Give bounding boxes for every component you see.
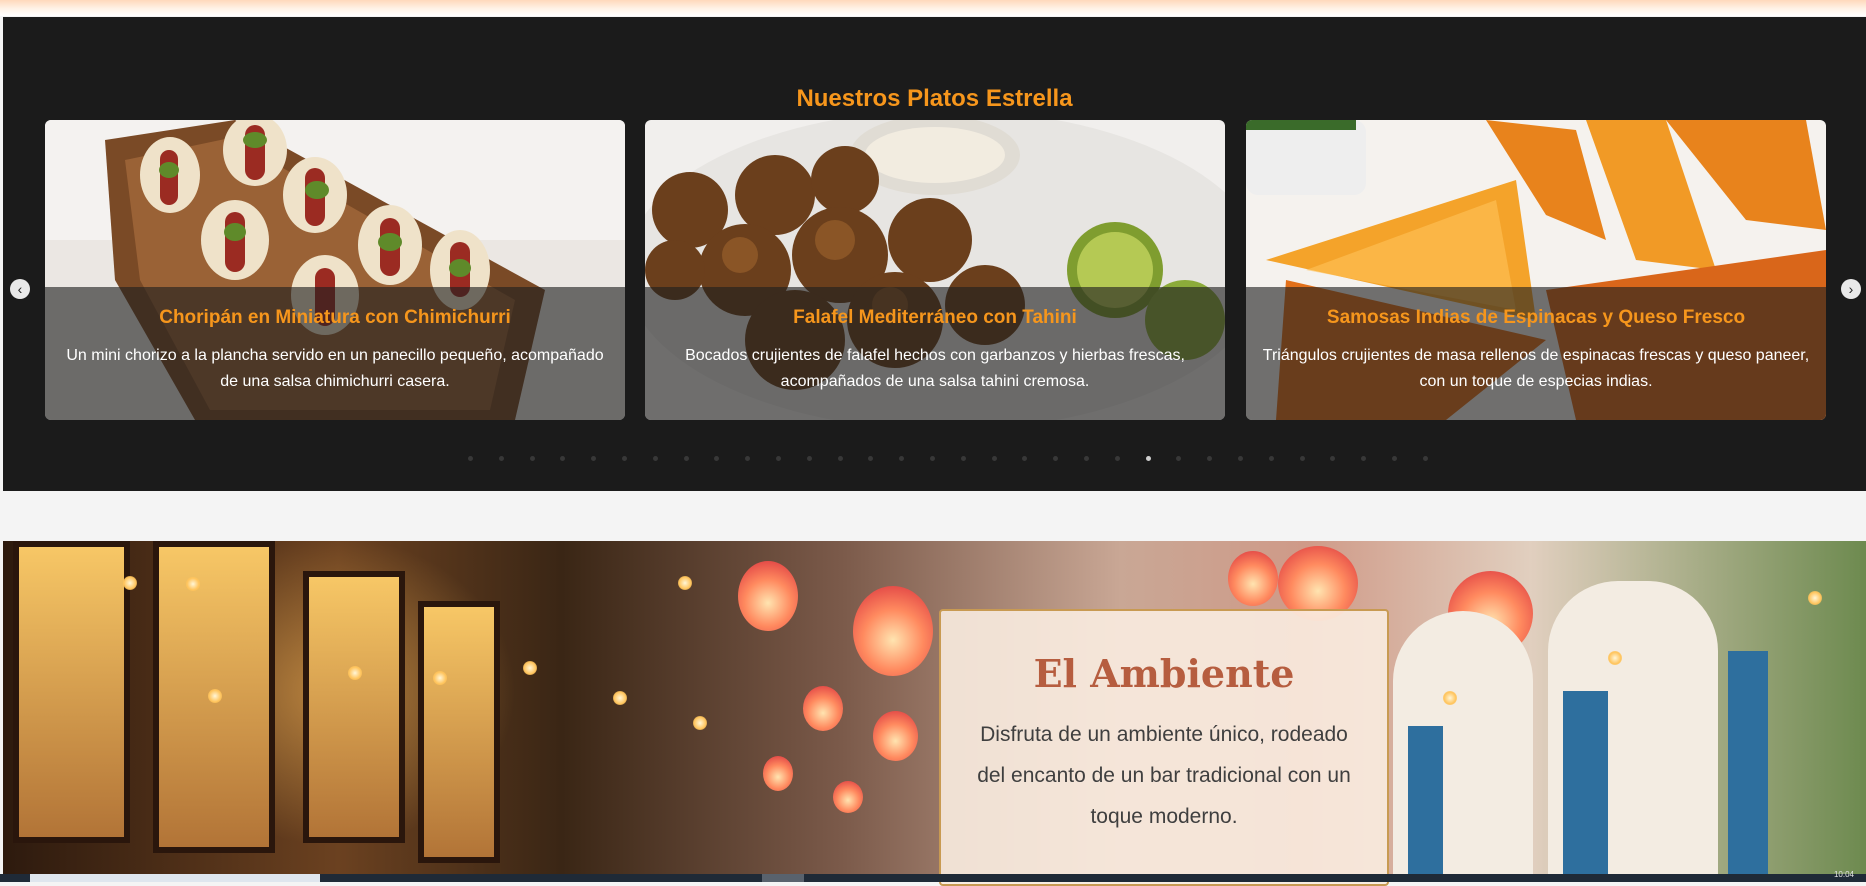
carousel-dot[interactable] (1053, 455, 1059, 461)
carousel-dot[interactable] (1361, 455, 1367, 461)
carousel-dot[interactable] (683, 455, 689, 461)
ambient-info-box: El Ambiente Disfruta de un ambiente únic… (939, 609, 1389, 886)
dish-card-falafel[interactable]: Falafel Mediterráneo con Tahini Bocados … (645, 120, 1225, 420)
carousel-dot[interactable] (529, 455, 535, 461)
dish-description: Bocados crujientes de falafel hechos con… (685, 347, 1185, 390)
carousel-dot[interactable] (991, 455, 997, 461)
carousel-dot[interactable] (1022, 455, 1028, 461)
ambient-description: Disfruta de un ambiente único, rodeado d… (977, 723, 1351, 828)
carousel-dot[interactable] (714, 455, 720, 461)
carousel-next-button[interactable]: › (1841, 279, 1861, 299)
dish-caption: Choripán en Miniatura con Chimichurri Un… (45, 287, 625, 420)
chevron-right-icon: › (1848, 281, 1854, 297)
carousel-dot[interactable] (621, 455, 627, 461)
carousel-dot[interactable] (591, 455, 597, 461)
top-header-strip (0, 0, 1866, 16)
carousel-dot[interactable] (498, 455, 504, 461)
taskbar-active-window[interactable] (30, 874, 320, 882)
carousel-dot-active[interactable] (1145, 455, 1151, 461)
carousel-pagination-dots (468, 454, 1428, 462)
carousel-dot[interactable] (1207, 455, 1213, 461)
dish-caption: Samosas Indias de Espinacas y Queso Fres… (1246, 287, 1826, 420)
dish-card-choripan[interactable]: Choripán en Miniatura con Chimichurri Un… (45, 120, 625, 420)
carousel-dot[interactable] (1176, 455, 1182, 461)
dish-description: Triángulos crujientes de masa rellenos d… (1262, 347, 1810, 390)
carousel-dot[interactable] (868, 455, 874, 461)
dish-caption: Falafel Mediterráneo con Tahini Bocados … (645, 287, 1225, 420)
carousel-dot[interactable] (560, 455, 566, 461)
carousel-dot[interactable] (1114, 455, 1120, 461)
taskbar-app[interactable] (762, 874, 804, 882)
dish-description: Un mini chorizo a la plancha servido en … (66, 347, 604, 390)
carousel-dot[interactable] (806, 455, 812, 461)
carousel-dot[interactable] (929, 455, 935, 461)
ambient-title: El Ambiente (1033, 651, 1295, 696)
featured-dishes-title: Nuestros Platos Estrella (796, 85, 1073, 112)
carousel-dot[interactable] (652, 455, 658, 461)
carousel-dot[interactable] (1268, 455, 1274, 461)
carousel-dot[interactable] (1422, 455, 1428, 461)
dish-card-samosas[interactable]: Samosas Indias de Espinacas y Queso Fres… (1246, 120, 1826, 420)
carousel-dot[interactable] (1391, 455, 1397, 461)
carousel-dot[interactable] (1330, 455, 1336, 461)
chevron-left-icon: ‹ (17, 281, 23, 297)
taskbar-clock: 10:04 (1833, 870, 1854, 879)
carousel-dot[interactable] (837, 455, 843, 461)
carousel-dot[interactable] (960, 455, 966, 461)
featured-dishes-section: Nuestros Platos Estrella Choripán en Min… (3, 17, 1866, 491)
carousel-dot[interactable] (468, 455, 473, 461)
ambient-section (3, 541, 1866, 874)
dish-title: Samosas Indias de Espinacas y Queso Fres… (1326, 307, 1746, 328)
dish-title: Choripán en Miniatura con Chimichurri (159, 307, 511, 328)
carousel-dot[interactable] (745, 455, 751, 461)
carousel-dot[interactable] (775, 455, 781, 461)
carousel-dot[interactable] (1237, 455, 1243, 461)
carousel-dot[interactable] (1083, 455, 1089, 461)
os-taskbar: 10:04 (0, 870, 1866, 882)
carousel-prev-button[interactable]: ‹ (10, 279, 30, 299)
carousel-dot[interactable] (1299, 455, 1305, 461)
carousel-dot[interactable] (899, 455, 905, 461)
dish-title: Falafel Mediterráneo con Tahini (793, 307, 1077, 328)
